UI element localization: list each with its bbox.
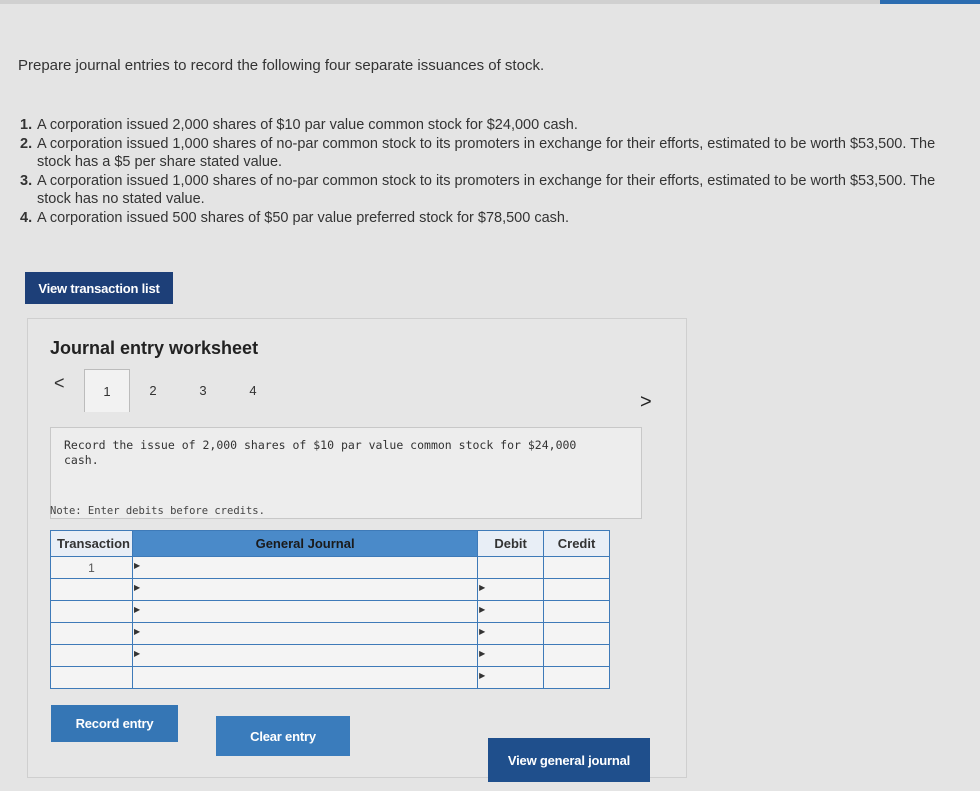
task-item-3: 3. A corporation issued 1,000 shares of n… <box>20 172 970 208</box>
task-item-1: 1. A corporation issued 2,000 shares of $… <box>20 116 970 134</box>
account-select[interactable]: ▶ <box>131 556 479 579</box>
dropdown-arrow-icon: ▶ <box>133 649 141 658</box>
credit-input[interactable] <box>543 644 610 667</box>
top-bar-accent <box>880 0 980 4</box>
task-text: A corporation issued 2,000 shares of $10… <box>37 117 578 133</box>
task-number: 4. <box>20 210 33 226</box>
credit-input[interactable] <box>543 600 610 623</box>
note-text: Note: Enter debits before credits. <box>50 505 265 517</box>
header-general-journal: General Journal <box>131 530 479 557</box>
dropdown-arrow-icon: ▶ <box>479 627 486 636</box>
worksheet-title: Journal entry worksheet <box>50 338 259 358</box>
tab-1[interactable]: 1 <box>84 369 130 412</box>
journal-row: ▶ <box>50 666 610 689</box>
account-select[interactable]: ▶ <box>131 644 479 667</box>
journal-row: ▶ ▶ <box>50 644 610 667</box>
instructions-text: Prepare journal entries to record the fo… <box>18 57 545 74</box>
task-item-2: 2. A corporation issued 1,000 shares of n… <box>20 135 970 171</box>
dropdown-arrow-icon: ▶ <box>133 605 141 614</box>
dropdown-arrow-icon: ▶ <box>479 605 486 614</box>
task-item-4: 4. A corporation issued 500 shares of $50… <box>20 209 970 227</box>
dropdown-arrow-icon: ▶ <box>479 649 486 658</box>
transaction-description: Record the issue of 2,000 shares of $10 … <box>64 438 577 467</box>
task-text: A corporation issued 1,000 shares of no-… <box>37 173 936 207</box>
dropdown-arrow-icon: ▶ <box>133 583 141 592</box>
dropdown-arrow-icon: ▶ <box>133 627 141 636</box>
account-select[interactable]: ▶ <box>131 600 479 623</box>
dropdown-arrow-icon: ▶ <box>479 671 486 680</box>
transaction-cell <box>50 600 133 623</box>
transaction-cell <box>50 622 133 645</box>
task-text: A corporation issued 500 shares of $50 p… <box>37 210 569 226</box>
view-transaction-list-button[interactable]: View transaction list <box>25 272 173 304</box>
journal-row: ▶ ▶ <box>50 578 610 601</box>
task-number: 1. <box>20 117 33 133</box>
debit-input[interactable]: ▶ <box>477 578 545 601</box>
journal-row: ▶ ▶ <box>50 622 610 645</box>
debit-input[interactable]: ▶ <box>477 644 545 667</box>
record-entry-button[interactable]: Record entry <box>51 705 178 742</box>
dropdown-arrow-icon: ▶ <box>479 583 486 592</box>
header-transaction: Transaction <box>50 530 133 557</box>
tab-3[interactable]: 3 <box>180 369 226 409</box>
transaction-cell <box>50 578 133 601</box>
task-list: 1. A corporation issued 2,000 shares of $… <box>20 116 970 228</box>
account-select[interactable]: ▶ <box>131 578 479 601</box>
account-select[interactable]: ▶ <box>131 622 479 645</box>
debit-input[interactable]: ▶ <box>477 622 545 645</box>
tab-4[interactable]: 4 <box>230 369 276 409</box>
general-journal-table: Transaction General Journal Debit Credit… <box>50 530 610 728</box>
prev-transaction-icon[interactable]: < <box>54 373 65 394</box>
transaction-cell: 1 <box>50 556 133 579</box>
next-transaction-icon[interactable]: > <box>640 391 652 414</box>
credit-input[interactable] <box>543 622 610 645</box>
header-debit: Debit <box>477 530 545 557</box>
task-text: A corporation issued 1,000 shares of no-… <box>37 136 936 170</box>
tab-2[interactable]: 2 <box>130 369 176 409</box>
clear-entry-button[interactable]: Clear entry <box>216 716 350 756</box>
task-number: 2. <box>20 136 33 152</box>
transaction-cell <box>50 644 133 667</box>
debit-input[interactable] <box>477 556 545 579</box>
header-credit: Credit <box>543 530 610 557</box>
credit-input[interactable] <box>543 666 610 689</box>
credit-input[interactable] <box>543 578 610 601</box>
transaction-cell <box>50 666 133 689</box>
journal-row: 1 ▶ <box>50 556 610 579</box>
credit-input[interactable] <box>543 556 610 579</box>
journal-row: ▶ ▶ <box>50 600 610 623</box>
dropdown-arrow-icon: ▶ <box>133 561 141 570</box>
debit-input[interactable]: ▶ <box>477 666 545 689</box>
top-bar <box>0 0 980 4</box>
view-general-journal-button[interactable]: View general journal <box>488 738 650 782</box>
debit-input[interactable]: ▶ <box>477 600 545 623</box>
account-select[interactable] <box>131 666 479 689</box>
task-number: 3. <box>20 173 33 189</box>
